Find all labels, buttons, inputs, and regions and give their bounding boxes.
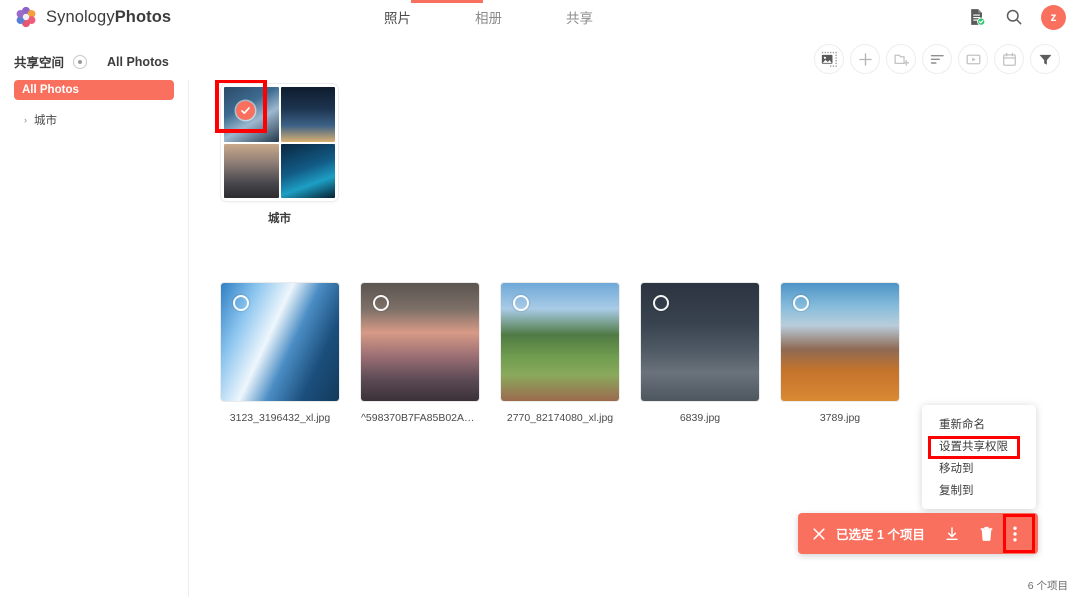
plus-icon[interactable] xyxy=(850,44,880,74)
header-actions: z xyxy=(967,0,1066,34)
tab-shared[interactable]: 共享 xyxy=(562,7,597,27)
photo-filename: 6839.jpg xyxy=(679,412,721,424)
photo-filename: ^598370B7FA85B02A310… xyxy=(361,412,479,424)
folder-tile xyxy=(280,143,335,198)
new-folder-icon[interactable] xyxy=(886,44,916,74)
photo-cell: 2770_82174080_xl.jpg xyxy=(501,283,619,424)
filter-icon[interactable] xyxy=(1030,44,1060,74)
tab-albums[interactable]: 相册 xyxy=(471,7,506,27)
backup-status-icon[interactable] xyxy=(967,7,987,27)
check-circle-icon[interactable] xyxy=(236,101,255,120)
brand-prefix: Synology xyxy=(46,7,115,26)
photo-filename: 3789.jpg xyxy=(819,412,861,424)
selection-count-label: 已选定 1 个项目 xyxy=(836,528,925,542)
app-header: SynologyPhotos 照片 相册 共享 z xyxy=(0,0,1080,34)
trash-icon[interactable] xyxy=(979,526,994,542)
sidebar-item-label: All Photos xyxy=(22,84,79,96)
photo-select-checkbox[interactable] xyxy=(233,295,249,311)
context-menu: 重新命名 设置共享权限 移动到 复制到 xyxy=(922,405,1036,509)
breadcrumb: 共享空间 All Photos xyxy=(14,52,169,71)
folder-thumbnail[interactable] xyxy=(221,84,338,201)
photo-cell: 6839.jpg xyxy=(641,283,759,424)
photo-thumbnail[interactable] xyxy=(221,283,339,401)
photo-select-checkbox[interactable] xyxy=(653,295,669,311)
menu-item-move-to[interactable]: 移动到 xyxy=(922,457,1036,479)
brand-suffix: Photos xyxy=(114,7,172,26)
photo-filename: 2770_82174080_xl.jpg xyxy=(506,412,614,424)
main-tabs: 照片 相册 共享 xyxy=(380,0,597,34)
kebab-menu-icon[interactable] xyxy=(1013,526,1017,542)
calendar-icon[interactable] xyxy=(994,44,1024,74)
folder-tile xyxy=(280,87,335,142)
photo-thumbnail[interactable] xyxy=(361,283,479,401)
photo-cell: ^598370B7FA85B02A310… xyxy=(361,283,479,424)
photo-select-checkbox[interactable] xyxy=(793,295,809,311)
sidebar-item-cities[interactable]: › 城市 xyxy=(14,110,174,130)
selection-action-bar: 已选定 1 个项目 xyxy=(798,513,1038,554)
photo-grid: 3123_3196432_xl.jpg ^598370B7FA85B02A310… xyxy=(221,283,899,424)
chevron-dot-icon[interactable] xyxy=(73,54,88,69)
menu-item-rename[interactable]: 重新命名 xyxy=(922,413,1036,435)
select-mode-icon[interactable] xyxy=(814,44,844,74)
photo-select-checkbox[interactable] xyxy=(373,295,389,311)
download-icon[interactable] xyxy=(944,526,960,542)
sidebar-item-label: 城市 xyxy=(34,115,57,127)
content-toolbar xyxy=(814,44,1060,74)
folder-row: 城市 xyxy=(215,80,338,226)
tab-photos[interactable]: 照片 xyxy=(380,7,415,27)
breadcrumb-current-label: All Photos xyxy=(107,54,169,69)
slideshow-icon[interactable] xyxy=(958,44,988,74)
sidebar-item-all-photos[interactable]: All Photos xyxy=(14,80,174,100)
menu-item-copy-to[interactable]: 复制到 xyxy=(922,479,1036,501)
photo-select-checkbox[interactable] xyxy=(513,295,529,311)
folder-label: 城市 xyxy=(268,213,291,225)
chevron-right-icon[interactable]: › xyxy=(24,115,27,125)
photo-thumbnail[interactable] xyxy=(641,283,759,401)
photo-cell: 3789.jpg xyxy=(781,283,899,424)
photo-cell: 3123_3196432_xl.jpg xyxy=(221,283,339,424)
menu-item-share-permission[interactable]: 设置共享权限 xyxy=(922,435,1036,457)
photo-thumbnail[interactable] xyxy=(501,283,619,401)
folder-tile xyxy=(224,143,279,198)
synology-photos-app: SynologyPhotos 照片 相册 共享 z 共享空间 All Photo… xyxy=(0,0,1080,597)
synology-photos-logo-icon xyxy=(15,6,37,28)
photo-thumbnail[interactable] xyxy=(781,283,899,401)
sidebar: All Photos › 城市 xyxy=(0,80,189,597)
brand: SynologyPhotos xyxy=(0,6,171,28)
search-icon[interactable] xyxy=(1004,7,1024,27)
photo-filename: 3123_3196432_xl.jpg xyxy=(229,412,331,424)
status-bar-item-count: 6 个项目 xyxy=(1027,580,1068,592)
brand-title: SynologyPhotos xyxy=(46,8,171,27)
avatar[interactable]: z xyxy=(1041,4,1066,30)
breadcrumb-space-label[interactable]: 共享空间 xyxy=(14,52,64,71)
close-icon[interactable] xyxy=(812,527,826,541)
sort-icon[interactable] xyxy=(922,44,952,74)
